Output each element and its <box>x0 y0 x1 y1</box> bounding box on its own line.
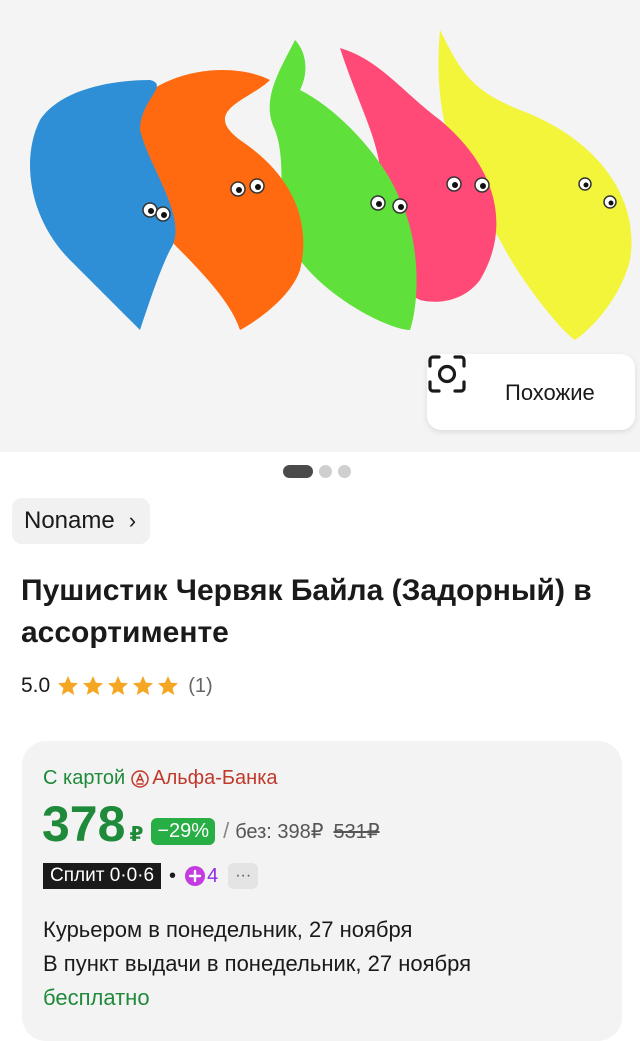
star-icon <box>83 676 104 695</box>
card-offer[interactable]: С картой Альфа-Банка <box>43 767 278 790</box>
price-without-card: без: 398₽ <box>235 820 324 843</box>
gallery-pagination <box>283 463 351 479</box>
plus-points[interactable]: 4 <box>184 865 218 888</box>
star-icon <box>158 676 179 695</box>
old-price: 531₽ <box>333 820 380 843</box>
plus-points-value: 4 <box>207 864 219 887</box>
camera-search-icon <box>428 355 466 393</box>
alfa-bank-icon <box>131 769 149 788</box>
star-icon <box>58 676 79 695</box>
pagination-dot[interactable] <box>319 464 332 478</box>
more-options-button[interactable]: ··· <box>228 863 259 889</box>
delivery-free: бесплатно <box>43 985 150 1010</box>
payment-options: Сплит 0·0·6 • 4 ··· <box>43 862 259 890</box>
star-icon <box>133 676 154 695</box>
brand-link[interactable]: Noname › <box>12 498 151 544</box>
with-card-label: С картой <box>43 767 126 789</box>
brand-name: Noname <box>24 507 115 534</box>
product-title: Пушистик Червяк Байла (Задорный) в ассор… <box>21 574 592 649</box>
bank-name: Альфа-Банка <box>152 767 278 789</box>
rating-value: 5.0 <box>21 674 51 697</box>
similar-label: Похожие <box>505 380 595 405</box>
pagination-dot[interactable] <box>338 464 351 478</box>
review-count[interactable]: (1) <box>188 675 212 698</box>
rating-stars <box>56 674 180 698</box>
discount-badge: −29% <box>151 817 216 845</box>
price-separator: / <box>223 818 230 843</box>
price-value: 378 <box>42 796 126 852</box>
star-icon <box>108 676 129 695</box>
similar-button[interactable]: Похожие <box>427 354 635 430</box>
price-currency: ₽ <box>129 824 144 846</box>
price-row: 378 ₽ −29% / без: 398₽ 531₽ <box>42 795 380 857</box>
delivery-courier: Курьером в понедельник, 27 ноября <box>43 917 413 942</box>
split-badge[interactable]: Сплит 0·0·6 <box>43 863 162 889</box>
rating-row[interactable]: 5.0 (1) <box>21 672 213 700</box>
chevron-right-icon: › <box>128 508 137 533</box>
delivery-pickup: В пункт выдачи в понедельник, 27 ноября <box>43 951 472 976</box>
product-image-gallery[interactable]: Похожие <box>0 0 640 452</box>
pagination-dot-active[interactable] <box>283 464 313 478</box>
price-card: С картой Альфа-Банка 378 ₽ −29% / без: 3… <box>22 741 622 1041</box>
plus-icon <box>185 866 206 886</box>
separator-dot: • <box>169 864 177 887</box>
